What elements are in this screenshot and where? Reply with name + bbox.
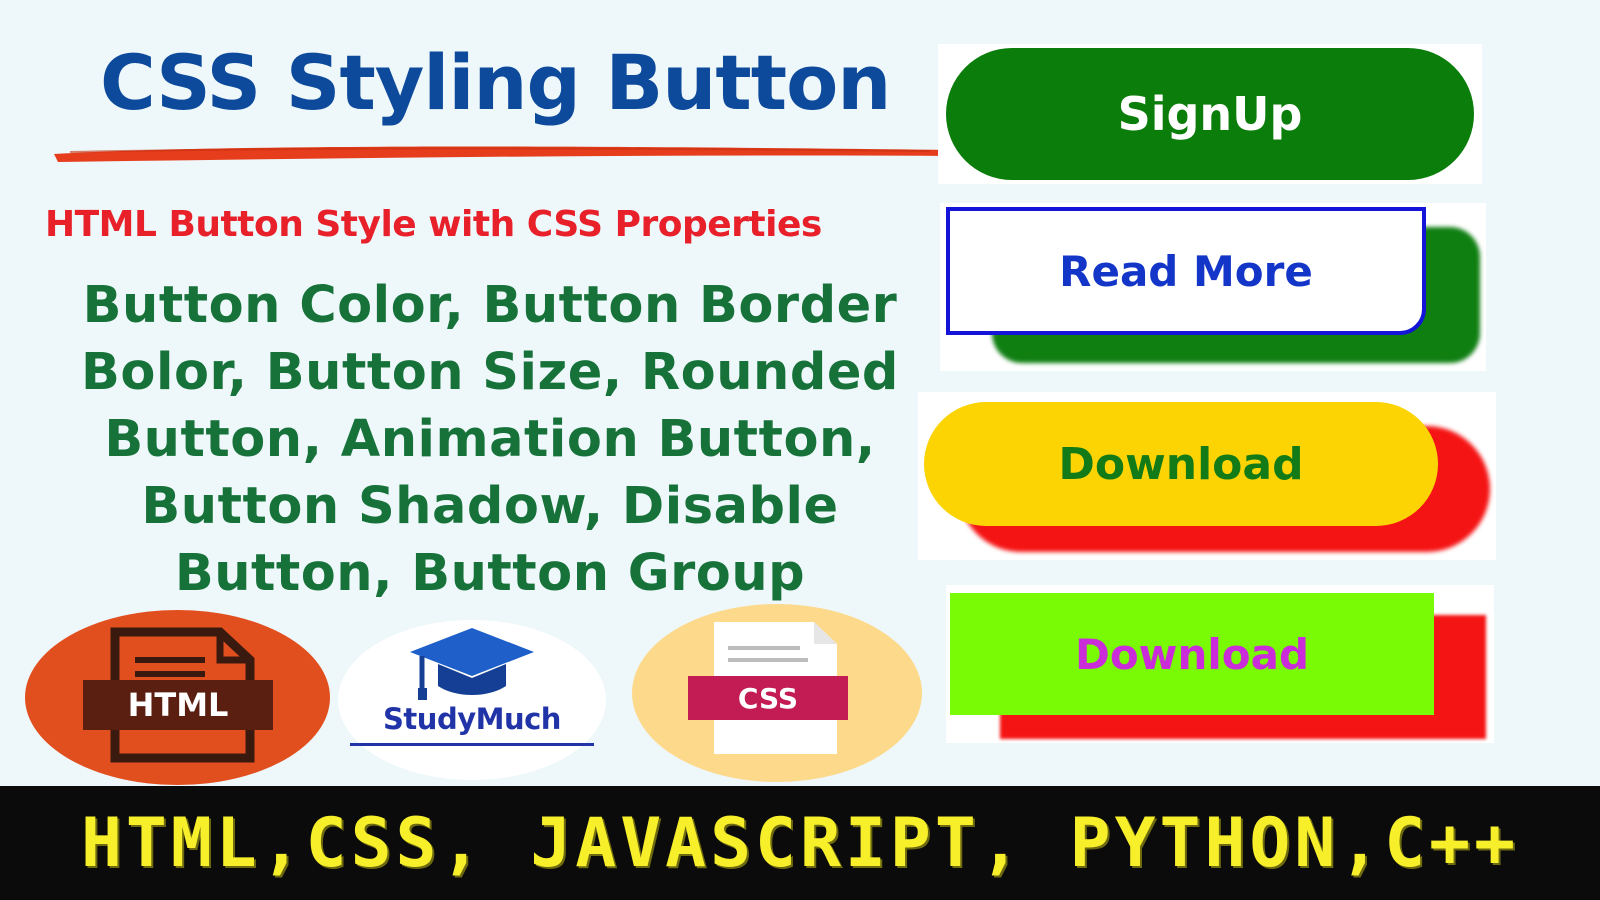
- css-logo: CSS: [632, 604, 922, 782]
- graduation-cap-icon: [410, 628, 534, 700]
- brush-underline: [54, 146, 952, 162]
- html-file-icon: HTML: [83, 627, 273, 763]
- html-logo: HTML: [25, 610, 330, 785]
- download-green-panel: Download: [946, 585, 1494, 743]
- download-yellow-button[interactable]: Download: [924, 402, 1438, 526]
- signup-panel: SignUp: [938, 44, 1482, 184]
- read-more-button[interactable]: Read More: [946, 207, 1426, 335]
- properties-list: Button Color, Button Border Bolor, Butto…: [81, 276, 899, 603]
- svg-text:HTML: HTML: [128, 686, 229, 724]
- banner-text: HTML,CSS, JAVASCRIPT, PYTHON,C++: [80, 803, 1520, 883]
- css-file-icon: CSS: [688, 622, 848, 754]
- read-more-panel: Read More: [940, 203, 1486, 371]
- studymuch-logo: StudyMuch: [338, 620, 606, 780]
- signup-button[interactable]: SignUp: [946, 48, 1474, 180]
- download-green-button[interactable]: Download: [950, 593, 1434, 715]
- bottom-banner: HTML,CSS, JAVASCRIPT, PYTHON,C++: [0, 786, 1600, 900]
- studymuch-label: StudyMuch: [383, 702, 561, 736]
- subtitle: HTML Button Style with CSS Properties: [45, 204, 822, 245]
- svg-text:CSS: CSS: [738, 682, 798, 715]
- studymuch-underline: [350, 743, 594, 746]
- page-title: CSS Styling Button: [100, 38, 891, 127]
- download-yellow-panel: Download: [918, 392, 1496, 560]
